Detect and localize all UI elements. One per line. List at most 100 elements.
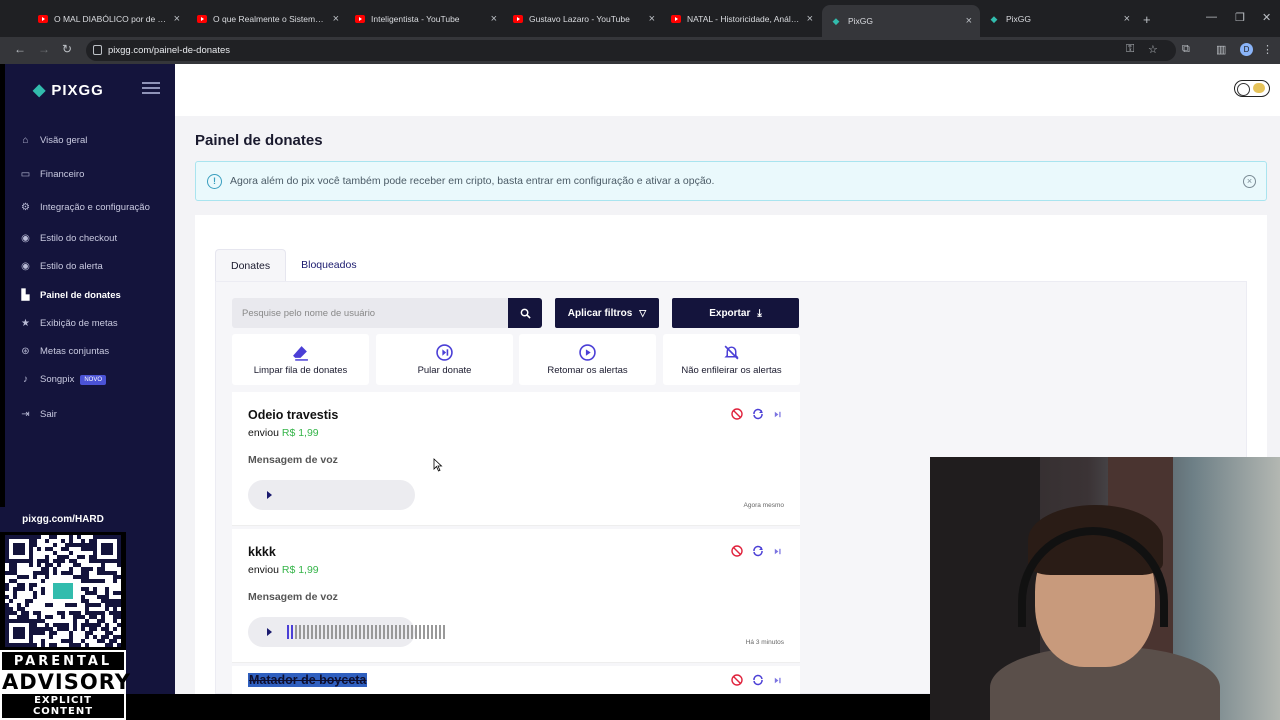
- new-badge: NOVO: [80, 374, 107, 385]
- alert-text: Agora além do pix você também pode receb…: [230, 175, 715, 187]
- brand-logo[interactable]: ◆ PIXGG: [33, 80, 104, 100]
- waveform-bar: [399, 625, 401, 639]
- minimize-icon[interactable]: —: [1206, 11, 1217, 23]
- browser-tab[interactable]: Inteligentista - YouTube ×: [347, 6, 505, 32]
- waveform-bar: [339, 625, 341, 639]
- parental-advisory-label: PARENTAL ADVISORY EXPLICIT CONTENT: [0, 650, 130, 720]
- close-window-icon[interactable]: ✕: [1262, 11, 1271, 24]
- tab-bloqueados[interactable]: Bloqueados: [286, 249, 371, 281]
- browser-tab[interactable]: ◆ PixGG ×: [980, 6, 1138, 32]
- back-icon[interactable]: ←: [14, 42, 26, 56]
- waveform-bar: [347, 625, 349, 639]
- qr-link: pixgg.com/HARD: [0, 507, 126, 532]
- logout-icon: ⇥: [21, 409, 30, 420]
- tab-donates[interactable]: Donates: [215, 249, 287, 281]
- sidebar-item-exibicao-metas[interactable]: ★ Exibição de metas: [19, 317, 118, 330]
- close-tab-icon[interactable]: ×: [807, 13, 813, 25]
- replay-icon[interactable]: [752, 674, 764, 686]
- waveform-bar: [335, 625, 337, 639]
- donate-sent: enviou R$ 1,99: [248, 427, 319, 439]
- profile-avatar[interactable]: D: [1240, 43, 1253, 56]
- play-icon[interactable]: [267, 491, 272, 499]
- browser-tab[interactable]: NATAL - Historicidade, Análise ×: [663, 6, 821, 32]
- no-queue-alerts-button[interactable]: Não enfileirar os alertas: [663, 334, 800, 385]
- waveform-bar: [331, 625, 333, 639]
- url-text: pixgg.com/painel-de-donates: [108, 45, 230, 56]
- skip-next-icon[interactable]: [773, 410, 782, 419]
- replay-icon[interactable]: [752, 408, 764, 420]
- close-tab-icon[interactable]: ×: [649, 13, 655, 25]
- play-icon[interactable]: [267, 628, 272, 636]
- menu-toggle-icon[interactable]: [142, 82, 160, 94]
- waveform-bar: [431, 625, 433, 639]
- donor-name-selected: Matador de boyceta: [248, 673, 368, 687]
- sidepanel-icon[interactable]: ▥: [1216, 43, 1226, 56]
- sidebar-item-estilo-checkout[interactable]: ◉ Estilo do checkout: [19, 232, 117, 245]
- clear-queue-button[interactable]: Limpar fila de donates: [232, 334, 369, 385]
- sidebar-item-metas-conjuntas[interactable]: ⊛ Metas conjuntas: [19, 345, 109, 358]
- sidebar-item-painel-donates[interactable]: ▙ Painel de donates: [19, 289, 121, 302]
- extensions-icon[interactable]: ⧉: [1182, 43, 1190, 56]
- donate-actions: [731, 408, 782, 420]
- apply-filters-button[interactable]: Aplicar filtros ▽: [555, 298, 659, 328]
- waveform-bar: [427, 625, 429, 639]
- voice-player[interactable]: [248, 617, 445, 647]
- skip-donate-button[interactable]: Pular donate: [376, 334, 513, 385]
- audio-waveform[interactable]: [287, 625, 445, 639]
- theme-toggle[interactable]: [1234, 80, 1270, 97]
- block-icon[interactable]: [731, 674, 743, 686]
- key-icon[interactable]: ⚿: [1126, 43, 1134, 56]
- bookmark-star-icon[interactable]: ☆: [1148, 43, 1158, 56]
- search-input[interactable]: Pesquise pelo nome de usuário: [232, 298, 508, 328]
- site-info-icon[interactable]: [93, 45, 102, 55]
- sidebar-item-sair[interactable]: ⇥ Sair: [19, 408, 57, 421]
- skip-next-icon[interactable]: [773, 547, 782, 556]
- browser-tab[interactable]: O MAL DIABÓLICO por de TRÁS ×: [30, 6, 188, 32]
- waveform-bar: [443, 625, 445, 639]
- browser-tab[interactable]: Gustavo Lazaro - YouTube ×: [505, 6, 663, 32]
- browser-tab[interactable]: O que Realmente o Sistema qu ×: [189, 6, 347, 32]
- sidebar-item-estilo-alerta[interactable]: ◉ Estilo do alerta: [19, 260, 103, 273]
- close-tab-icon[interactable]: ×: [1124, 13, 1130, 25]
- waveform-bar: [351, 625, 353, 639]
- waveform-bar: [371, 625, 373, 639]
- donate-sent: enviou R$ 1,99: [248, 564, 319, 576]
- music-icon: ♪: [23, 374, 28, 385]
- restore-icon[interactable]: ❐: [1235, 11, 1245, 24]
- waveform-bar: [323, 625, 325, 639]
- reload-icon[interactable]: ↻: [62, 42, 72, 56]
- home-icon: ⌂: [22, 135, 29, 146]
- waveform-bar: [311, 625, 313, 639]
- sidebar-item-integracao[interactable]: ⚙ Integração e configuração: [19, 201, 150, 214]
- menu-dots-icon[interactable]: ⋮: [1262, 43, 1273, 56]
- voice-player[interactable]: [248, 480, 415, 510]
- sidebar-item-financeiro[interactable]: ▭ Financeiro: [19, 168, 85, 181]
- brand-name: PIXGG: [51, 81, 104, 99]
- sidebar-item-visao-geral[interactable]: ⌂ Visão geral: [19, 134, 87, 147]
- donor-name: kkkk: [248, 545, 276, 559]
- block-icon[interactable]: [731, 545, 743, 557]
- waveform-bar: [439, 625, 441, 639]
- block-icon[interactable]: [731, 408, 743, 420]
- close-alert-icon[interactable]: ×: [1243, 175, 1256, 188]
- close-tab-icon[interactable]: ×: [966, 15, 972, 27]
- replay-icon[interactable]: [752, 545, 764, 557]
- waveform-bar: [375, 625, 377, 639]
- mouse-cursor-icon: [433, 458, 443, 472]
- close-tab-icon[interactable]: ×: [174, 13, 180, 25]
- waveform-bar: [367, 625, 369, 639]
- donate-time: Agora mesmo: [743, 502, 784, 509]
- close-tab-icon[interactable]: ×: [333, 13, 339, 25]
- sidebar-item-songpix[interactable]: ♪ Songpix NOVO: [19, 373, 107, 386]
- search-button[interactable]: [508, 298, 542, 328]
- close-tab-icon[interactable]: ×: [491, 13, 497, 25]
- browser-tab-active[interactable]: ◆ PixGG ×: [822, 5, 980, 37]
- forward-icon[interactable]: →: [38, 42, 50, 56]
- donate-amount: R$ 1,99: [281, 427, 319, 439]
- waveform-bar: [403, 625, 405, 639]
- skip-next-icon[interactable]: [773, 676, 782, 685]
- export-button[interactable]: Exportar ⤓: [672, 298, 799, 328]
- url-bar[interactable]: pixgg.com/painel-de-donates: [86, 40, 1176, 61]
- resume-alerts-button[interactable]: Retomar os alertas: [519, 334, 656, 385]
- new-tab-icon[interactable]: +: [1143, 12, 1151, 27]
